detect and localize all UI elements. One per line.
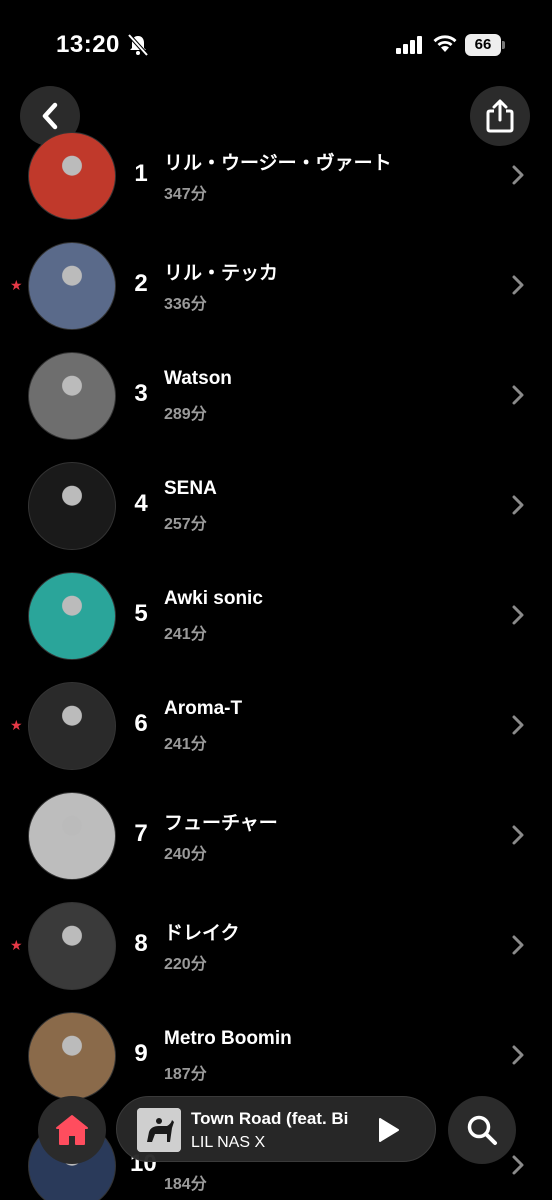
listening-minutes: 187分 bbox=[164, 1066, 207, 1083]
now-playing-title: Town Road (feat. Bi bbox=[191, 1109, 349, 1128]
artist-rank: 3 bbox=[134, 380, 148, 407]
battery-level: 66 bbox=[465, 34, 501, 56]
artist-avatar bbox=[28, 792, 116, 880]
artist-row[interactable]: 4 SENA 257分 bbox=[0, 450, 552, 560]
artist-rank: 2 bbox=[134, 270, 148, 297]
listening-minutes: 257分 bbox=[164, 516, 207, 533]
album-art bbox=[137, 1108, 181, 1152]
star-icon: ★ bbox=[10, 277, 23, 293]
mini-player[interactable]: Town Road (feat. Bi LIL NAS X bbox=[116, 1096, 436, 1162]
artist-name: SENA bbox=[164, 478, 217, 499]
artist-row[interactable]: 1 リル・ウージー・ヴァート 347分 bbox=[0, 120, 552, 230]
chevron-right-icon bbox=[512, 825, 524, 845]
cellular-signal-icon bbox=[396, 36, 422, 54]
chevron-right-icon bbox=[512, 495, 524, 515]
chevron-right-icon bbox=[512, 275, 524, 295]
listening-minutes: 241分 bbox=[164, 626, 207, 643]
chevron-right-icon bbox=[512, 715, 524, 735]
chevron-right-icon bbox=[512, 165, 524, 185]
home-button[interactable] bbox=[38, 1096, 106, 1164]
wifi-icon bbox=[433, 35, 457, 52]
star-icon: ★ bbox=[10, 717, 23, 733]
artist-avatar bbox=[28, 572, 116, 660]
artist-rank: 9 bbox=[134, 1040, 148, 1067]
chevron-right-icon bbox=[512, 935, 524, 955]
listening-minutes: 241分 bbox=[164, 736, 207, 753]
star-icon: ★ bbox=[10, 937, 23, 953]
play-icon[interactable] bbox=[375, 1117, 401, 1143]
artist-name: ドレイク bbox=[164, 923, 240, 944]
artist-row[interactable]: ★ 2 リル・テッカ 336分 bbox=[0, 230, 552, 340]
artist-rank: 4 bbox=[134, 490, 148, 517]
listening-minutes: 289分 bbox=[164, 406, 207, 423]
listening-minutes: 240分 bbox=[164, 846, 207, 863]
artist-row[interactable]: ★ 8 ドレイク 220分 bbox=[0, 890, 552, 1000]
artist-rank: 7 bbox=[134, 820, 148, 847]
listening-minutes: 336分 bbox=[164, 296, 207, 313]
artist-name: Aroma-T bbox=[164, 698, 243, 719]
artist-name: Awki sonic bbox=[164, 588, 263, 609]
artist-avatar bbox=[28, 1012, 116, 1100]
artist-name: Watson bbox=[164, 368, 232, 389]
chevron-right-icon bbox=[512, 605, 524, 625]
home-icon bbox=[56, 1115, 88, 1145]
artist-avatar bbox=[28, 242, 116, 330]
artist-rank: 8 bbox=[134, 930, 148, 957]
chevron-right-icon bbox=[512, 1045, 524, 1065]
artist-name: Metro Boomin bbox=[164, 1028, 292, 1049]
artist-avatar bbox=[28, 462, 116, 550]
artist-row[interactable]: 7 フューチャー 240分 bbox=[0, 780, 552, 890]
listening-minutes: 347分 bbox=[164, 186, 207, 203]
artist-rank: 6 bbox=[134, 710, 148, 737]
now-playing-artist: LIL NAS X bbox=[191, 1134, 266, 1151]
artist-rank: 5 bbox=[134, 600, 148, 627]
artist-name: フューチャー bbox=[164, 813, 278, 834]
battery-icon: 66 bbox=[465, 34, 505, 56]
listening-minutes: 184分 bbox=[164, 1176, 207, 1193]
artist-name: リル・ウージー・ヴァート bbox=[164, 153, 392, 174]
artist-avatar bbox=[28, 352, 116, 440]
search-icon bbox=[467, 1115, 497, 1145]
artist-row[interactable]: 9 Metro Boomin 187分 bbox=[0, 1000, 552, 1110]
status-time: 13:20 bbox=[56, 31, 120, 58]
artist-row[interactable]: ★ 6 Aroma-T 241分 bbox=[0, 670, 552, 780]
artist-name: リル・テッカ bbox=[164, 263, 279, 284]
search-button[interactable] bbox=[448, 1096, 516, 1164]
chevron-right-icon bbox=[512, 385, 524, 405]
artist-row[interactable]: 3 Watson 289分 bbox=[0, 340, 552, 450]
bell-muted-icon bbox=[128, 34, 148, 56]
artist-rank: 1 bbox=[134, 160, 148, 187]
listening-minutes: 220分 bbox=[164, 956, 207, 973]
artist-row[interactable]: 5 Awki sonic 241分 bbox=[0, 560, 552, 670]
artist-avatar bbox=[28, 682, 116, 770]
chevron-right-icon bbox=[512, 1155, 524, 1175]
artist-avatar bbox=[28, 902, 116, 990]
status-bar: 13:20 66 bbox=[0, 0, 552, 90]
artist-avatar bbox=[28, 132, 116, 220]
